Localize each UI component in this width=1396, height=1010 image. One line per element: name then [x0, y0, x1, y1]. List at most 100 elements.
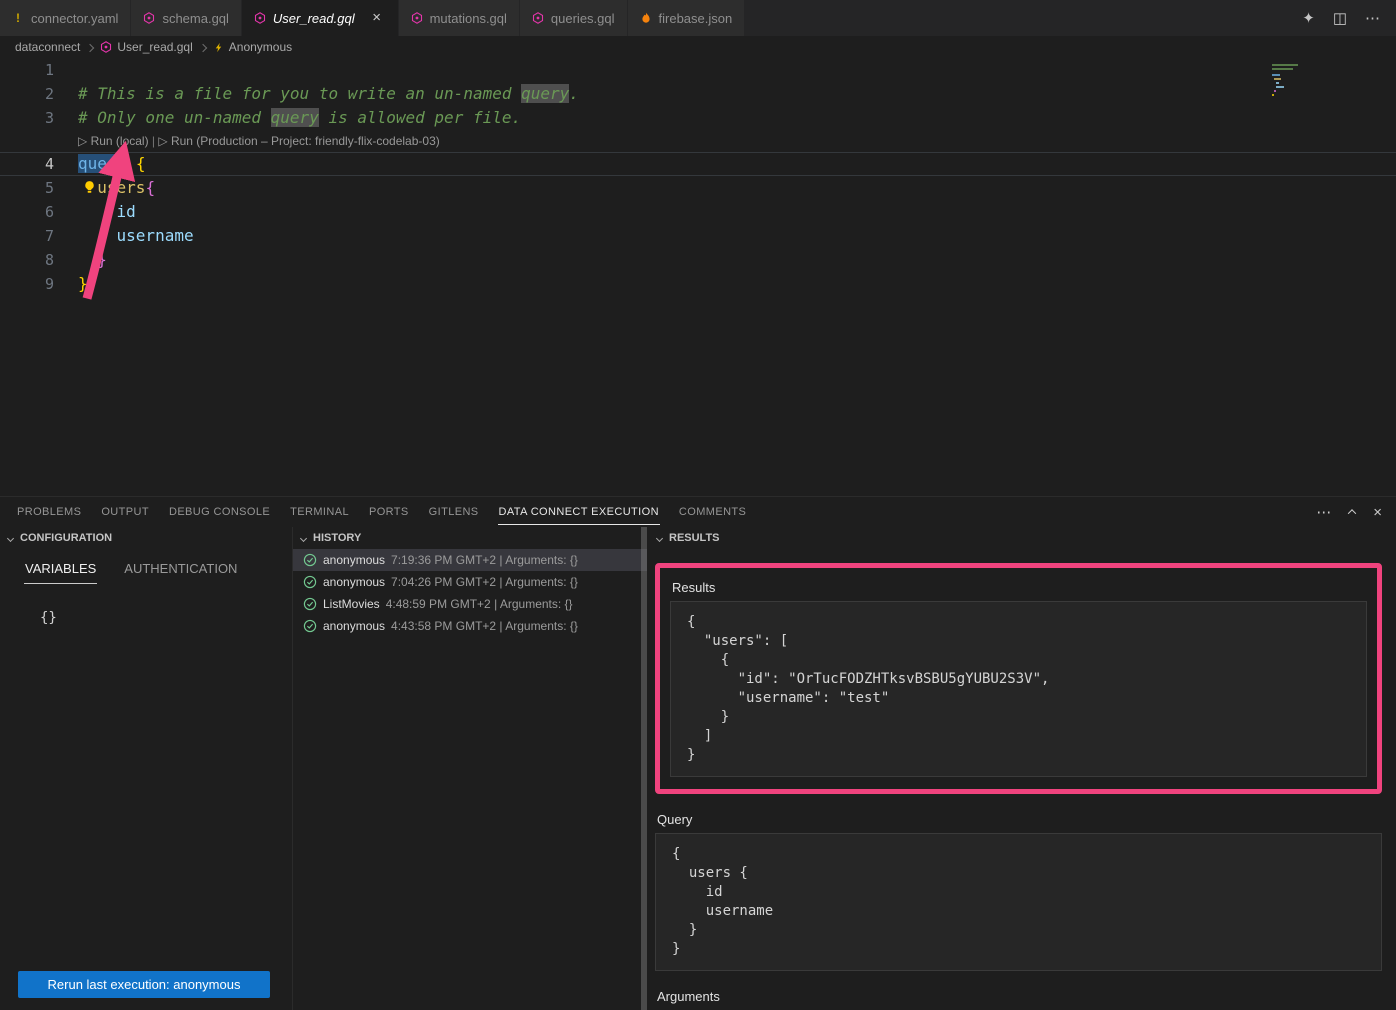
history-section: HISTORY anonymous 7:19:36 PM GMT+2 | Argu…	[293, 527, 647, 1010]
panel-actions: ⋯ ×	[1316, 503, 1396, 521]
line-content: id	[78, 200, 136, 224]
panel-tab-debug-console[interactable]: DEBUG CONSOLE	[168, 499, 271, 525]
panel-tab-bar: PROBLEMS OUTPUT DEBUG CONSOLE TERMINAL PORTS…	[0, 497, 1396, 527]
history-item[interactable]: anonymous 7:04:26 PM GMT+2 | Arguments: {…	[293, 571, 647, 593]
history-meta: 4:48:59 PM GMT+2 | Arguments: {}	[386, 597, 573, 611]
breadcrumb-item-Anonymous[interactable]: Anonymous	[213, 40, 292, 54]
panel-tab-output[interactable]: OUTPUT	[100, 499, 150, 525]
editor-tab-mutations.gql[interactable]: mutations.gql	[399, 0, 520, 36]
code-token: # Only one un-named	[78, 108, 271, 127]
panel-tab-gitlens[interactable]: GITLENS	[428, 499, 480, 525]
query-label: Query	[657, 812, 1382, 827]
close-icon[interactable]: ×	[368, 9, 386, 27]
panel-tab-ports[interactable]: PORTS	[368, 499, 410, 525]
line-number: 5	[0, 176, 54, 200]
line-number: 1	[0, 58, 54, 82]
history-title: HISTORY	[313, 532, 361, 544]
panel-tab-data-connect-execution[interactable]: DATA CONNECT EXECUTION	[498, 499, 660, 525]
code-token: users	[97, 178, 145, 197]
config-tab-authentication[interactable]: AUTHENTICATION	[123, 559, 238, 584]
code-editor[interactable]: 12 # This is a file for you to write an u…	[0, 58, 1396, 496]
editor-line-1: 1	[0, 58, 1396, 82]
breadcrumb-item-dataconnect[interactable]: dataconnect	[15, 40, 80, 54]
history-item[interactable]: anonymous4:43:58 PM GMT+2 | Arguments: {…	[293, 615, 647, 637]
arguments-label: Arguments	[657, 989, 1382, 1004]
history-list: anonymous 7:19:36 PM GMT+2 | Arguments: {…	[293, 549, 647, 637]
history-header[interactable]: HISTORY	[293, 527, 647, 549]
symbol-icon	[213, 42, 224, 53]
split-editor-icon[interactable]: ◫	[1333, 9, 1347, 27]
line-number: 7	[0, 224, 54, 248]
variables-value[interactable]: {}	[40, 610, 292, 626]
check-circle-icon	[303, 619, 317, 633]
editor-line-8: 8 }	[0, 248, 1396, 272]
code-token: {	[145, 178, 155, 197]
chevron-right-icon	[199, 43, 207, 51]
maximize-panel-icon[interactable]	[1349, 509, 1355, 515]
panel-more-actions-icon[interactable]: ⋯	[1316, 503, 1331, 521]
panel-tab-strip: PROBLEMS OUTPUT DEBUG CONSOLE TERMINAL PORTS…	[16, 499, 765, 525]
history-meta: 7:19:36 PM GMT+2 | Arguments: {}	[391, 553, 578, 567]
code-token: is allowed per file.	[319, 108, 521, 127]
code-token: id	[78, 202, 136, 221]
history-operation-name: anonymous	[323, 619, 385, 633]
editor-line-9: 9}	[0, 272, 1396, 296]
tab-label: firebase.json	[659, 11, 733, 26]
history-scrollbar[interactable]	[641, 527, 647, 1010]
line-number: 3	[0, 106, 54, 130]
code-token: .	[569, 84, 579, 103]
codelens-separator: |	[149, 134, 159, 148]
code-token: }	[78, 274, 88, 293]
chevron-up-icon	[1348, 509, 1356, 517]
breadcrumb-item-User_read.gql[interactable]: User_read.gql	[100, 40, 192, 54]
panel-tab-comments[interactable]: COMMENTS	[678, 499, 747, 525]
results-highlight-annotation: Results { "users": [ { "id": "OrTucFODZH…	[655, 563, 1382, 794]
editor-line-4: 4 query {	[0, 152, 1396, 176]
history-item[interactable]: ListMovies4:48:59 PM GMT+2 | Arguments: …	[293, 593, 647, 615]
code-token: query	[521, 84, 569, 103]
line-content: query {	[78, 152, 145, 176]
line-content: }	[78, 248, 107, 272]
run-local-codelens[interactable]: ▷ Run (local)	[78, 134, 149, 148]
tab-label: connector.yaml	[31, 11, 118, 26]
editor-line-2: 2 # This is a file for you to write an un…	[0, 82, 1396, 106]
rerun-button[interactable]: Rerun last execution: anonymous	[18, 971, 270, 998]
lightbulb-icon[interactable]	[82, 180, 97, 195]
more-actions-icon[interactable]: ⋯	[1365, 9, 1380, 27]
configuration-header[interactable]: CONFIGURATION	[0, 527, 292, 549]
history-operation-name: anonymous	[323, 553, 385, 567]
tab-label: schema.gql	[162, 11, 228, 26]
history-item[interactable]: anonymous 7:19:36 PM GMT+2 | Arguments: {…	[293, 549, 647, 571]
run-production-codelens[interactable]: ▷ Run (Production – Project: friendly-fl…	[158, 134, 439, 148]
line-number: 4	[0, 152, 54, 176]
minimap[interactable]	[1272, 60, 1382, 130]
results-header[interactable]: RESULTS	[655, 527, 1382, 549]
config-tab-variables[interactable]: VARIABLES	[24, 559, 97, 584]
editor-toolbar: ✦ ◫ ⋯	[1302, 0, 1396, 36]
chevron-down-icon	[300, 534, 307, 541]
results-label: Results	[672, 580, 1367, 595]
history-meta: 7:04:26 PM GMT+2 | Arguments: {}	[391, 575, 578, 589]
editor-tab-User_read.gql[interactable]: User_read.gql×	[242, 0, 399, 36]
tab-label: mutations.gql	[430, 11, 507, 26]
data-connect-execution-view: CONFIGURATION VARIABLES AUTHENTICATION {}…	[0, 527, 1396, 1010]
line-number: 2	[0, 82, 54, 106]
editor-tab-queries.gql[interactable]: queries.gql	[520, 0, 628, 36]
graphql-icon	[143, 12, 155, 24]
results-section: RESULTS Results { "users": [ { "id": "Or…	[647, 527, 1396, 1010]
editor-tab-connector.yaml[interactable]: !connector.yaml	[0, 0, 131, 36]
line-number: 6	[0, 200, 54, 224]
line-content: username	[78, 224, 194, 248]
editor-tab-firebase.json[interactable]: firebase.json	[628, 0, 746, 36]
close-panel-icon[interactable]: ×	[1373, 504, 1382, 521]
code-token: username	[78, 226, 194, 245]
line-content: }	[78, 272, 88, 296]
graphql-icon	[100, 41, 112, 53]
editor-tab-schema.gql[interactable]: schema.gql	[131, 0, 241, 36]
code-token: # This is a file for you to write an un-…	[78, 84, 521, 103]
panel-tab-terminal[interactable]: TERMINAL	[289, 499, 350, 525]
sparkle-icon[interactable]: ✦	[1302, 9, 1315, 27]
history-operation-name: anonymous	[323, 575, 385, 589]
graphql-icon	[411, 12, 423, 24]
panel-tab-problems[interactable]: PROBLEMS	[16, 499, 82, 525]
